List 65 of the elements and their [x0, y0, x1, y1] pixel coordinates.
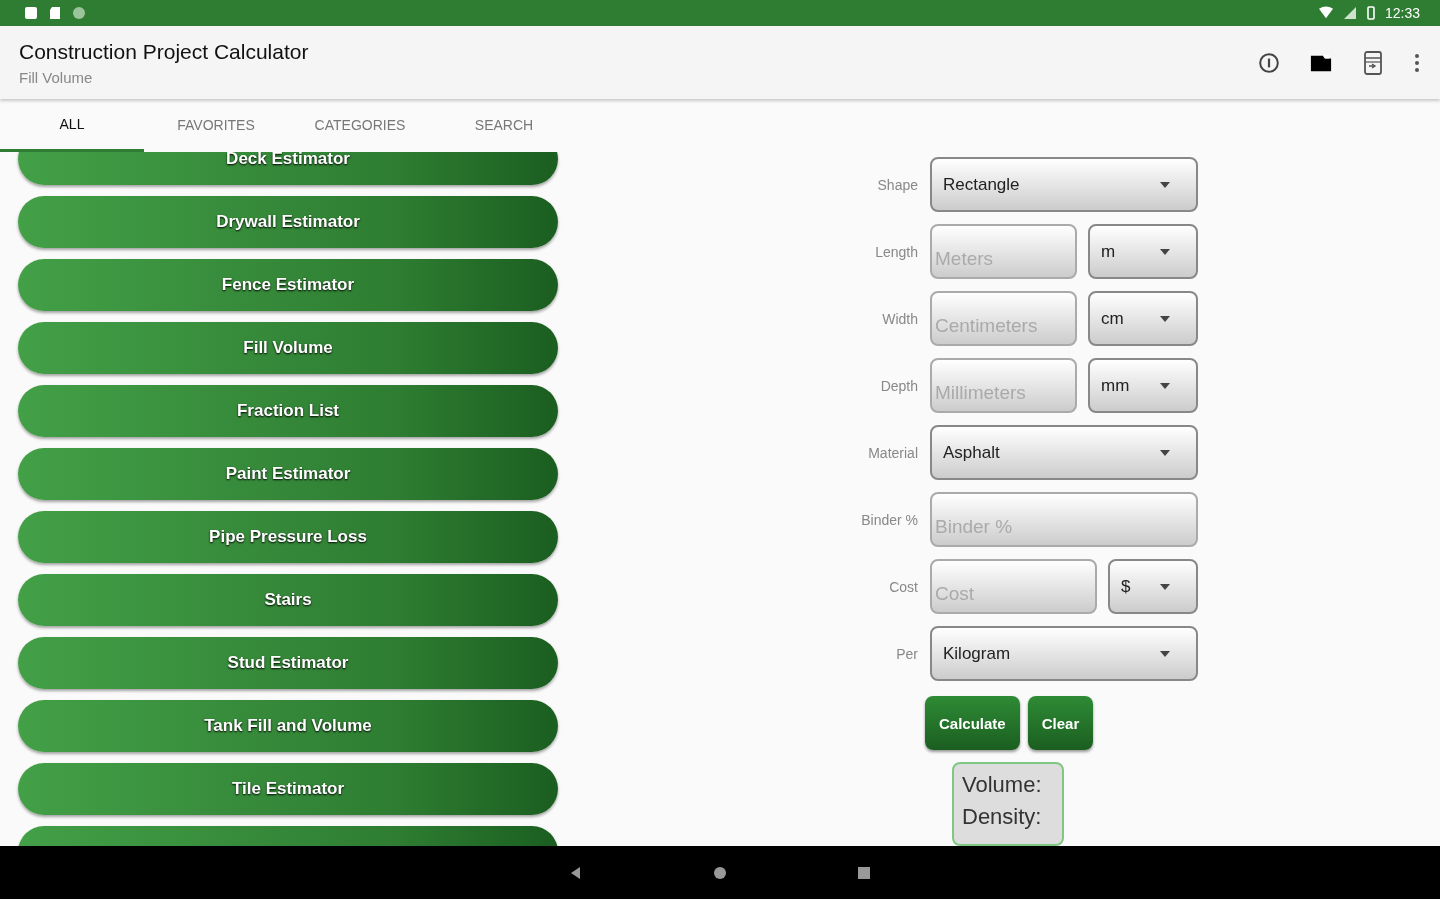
- signal-icon: [1342, 6, 1357, 20]
- calculator-button[interactable]: Deck Estimator: [18, 152, 558, 185]
- tab[interactable]: CATEGORIES: [288, 99, 432, 152]
- calculator-button[interactable]: Stud Estimator: [18, 637, 558, 689]
- dropdown[interactable]: Kilogram: [930, 626, 1198, 681]
- dropdown-value: Rectangle: [943, 174, 1020, 195]
- input-field[interactable]: Millimeters: [930, 358, 1077, 413]
- app-title: Construction Project Calculator: [19, 39, 309, 64]
- result-label: Volume:: [962, 772, 1043, 798]
- dropdown[interactable]: Asphalt: [930, 425, 1198, 480]
- sd-card-icon: [48, 6, 62, 20]
- calculator-button[interactable]: Tile Estimator: [18, 763, 558, 815]
- field-label: Binder %: [860, 511, 918, 528]
- dropdown-caret-icon: [1160, 650, 1170, 657]
- calculator-button[interactable]: Fill Volume: [18, 322, 558, 374]
- unit-dropdown[interactable]: m: [1088, 224, 1198, 279]
- field-label: Width: [881, 310, 918, 327]
- calculator-button[interactable]: Paint Estimator: [18, 448, 558, 500]
- dropdown-caret-icon: [1160, 382, 1170, 389]
- app-subtitle: Fill Volume: [19, 68, 94, 86]
- field-label: Material: [867, 444, 918, 461]
- calculator-button[interactable]: Tank Fill and Volume: [18, 700, 558, 752]
- recents-icon[interactable]: [857, 865, 871, 880]
- currency-dropdown[interactable]: $: [1108, 559, 1198, 614]
- back-icon[interactable]: [569, 865, 583, 880]
- dropdown-value: m: [1101, 241, 1116, 262]
- battery-icon: [1366, 6, 1375, 20]
- action-button[interactable]: Calculate: [925, 696, 1020, 750]
- result-label: Density:: [962, 804, 1043, 830]
- home-icon[interactable]: [713, 865, 727, 880]
- field-label: Cost: [888, 578, 918, 595]
- tab[interactable]: SEARCH: [432, 99, 576, 152]
- dropdown-caret-icon: [1160, 583, 1170, 590]
- dropdown-caret-icon: [1160, 315, 1170, 322]
- dropdown-value: Kilogram: [943, 643, 1011, 664]
- calculator-button[interactable]: Stairs: [18, 574, 558, 626]
- dropdown-value: cm: [1101, 308, 1124, 329]
- unit-dropdown[interactable]: cm: [1088, 291, 1198, 346]
- input-field[interactable]: Binder %: [930, 492, 1198, 547]
- calculator-button[interactable]: Fraction List: [18, 385, 558, 437]
- field-label: Depth: [879, 377, 918, 394]
- tab[interactable]: FAVORITES: [144, 99, 288, 152]
- field-label: Per: [895, 645, 918, 662]
- dropdown-value: mm: [1101, 375, 1130, 396]
- wifi-icon: [1318, 6, 1333, 20]
- input-field[interactable]: Meters: [930, 224, 1077, 279]
- unit-dropdown[interactable]: mm: [1088, 358, 1198, 413]
- dropdown[interactable]: Rectangle: [930, 157, 1198, 212]
- input-field[interactable]: Cost: [930, 559, 1097, 614]
- action-button[interactable]: Clear: [1027, 696, 1094, 750]
- field-label: Length: [874, 243, 918, 260]
- calculator-button[interactable]: Drywall Estimator: [18, 196, 558, 248]
- calculator-button[interactable]: Fence Estimator: [18, 259, 558, 311]
- calculator-button[interactable]: Pipe Pressure Loss: [18, 511, 558, 563]
- dropdown-caret-icon: [1160, 181, 1170, 188]
- calculator-icon[interactable]: [1362, 50, 1384, 75]
- circle-icon: [72, 6, 86, 20]
- dropdown-caret-icon: [1160, 449, 1170, 456]
- input-field[interactable]: Centimeters: [930, 291, 1077, 346]
- info-icon[interactable]: [1258, 50, 1280, 75]
- clock-time: 12:33: [1384, 5, 1420, 21]
- dropdown-value: $: [1121, 576, 1131, 597]
- dropdown-value: Asphalt: [943, 442, 1000, 463]
- field-label: Shape: [876, 176, 918, 193]
- dropdown-caret-icon: [1160, 248, 1170, 255]
